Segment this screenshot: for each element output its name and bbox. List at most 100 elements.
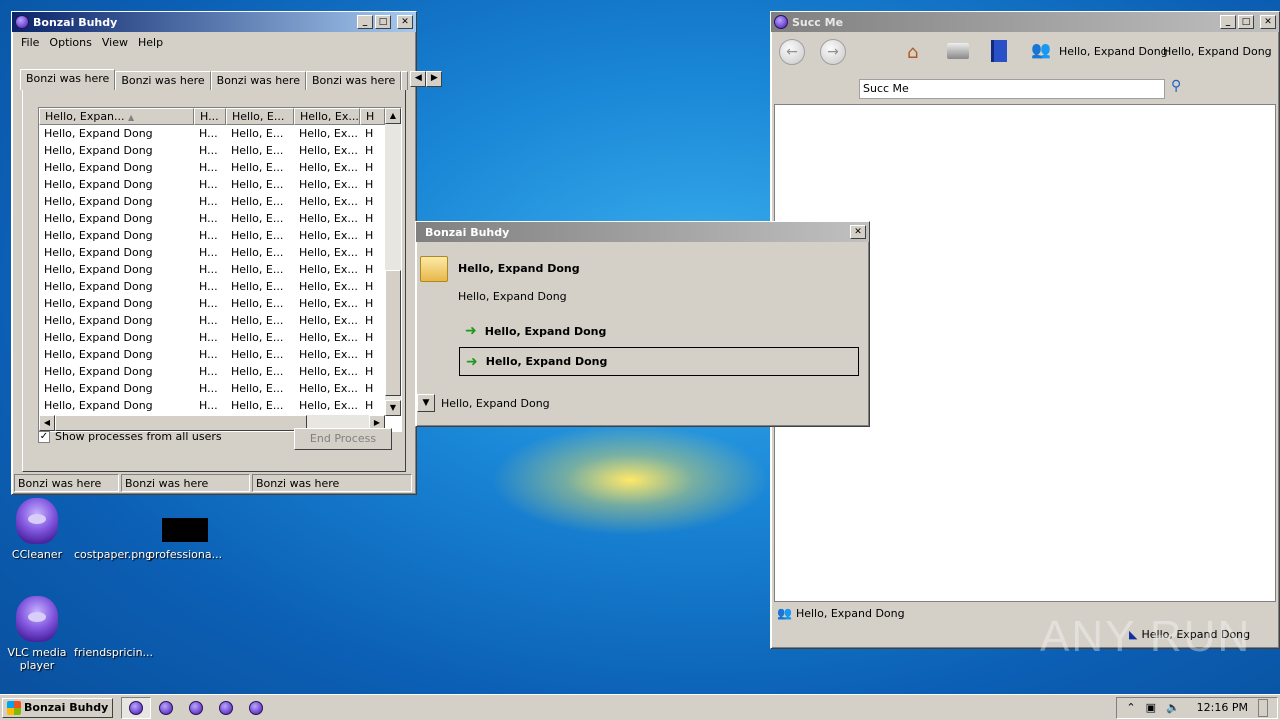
desktop-icon-friendspricing[interactable]: friendspricin... (74, 616, 153, 659)
chevron-down-icon[interactable]: ▼ (417, 394, 435, 412)
desktop-icon-ccleaner[interactable]: CCleaner (0, 498, 74, 561)
taskbar-app-2[interactable] (151, 697, 181, 719)
scroll-up-button[interactable]: ▲ (385, 108, 401, 124)
option-button-1[interactable]: ➜ Hello, Expand Dong (459, 318, 859, 344)
maximize-button[interactable]: □ (375, 15, 391, 29)
table-row[interactable]: Hello, Expand Dong H... Hello, E... Hello, … (39, 278, 401, 295)
table-row[interactable]: Hello, Expand Dong H... Hello, E... Hello, … (39, 363, 401, 380)
vertical-scrollbar[interactable]: ▲ ▼ (385, 108, 401, 416)
table-cell: Hello, Ex... (299, 297, 358, 310)
title-bar[interactable]: Bonzai Buhdy _ □ ✕ (12, 12, 416, 32)
desktop-icon-costpaper[interactable]: costpaper.png (74, 518, 152, 561)
tab-4[interactable]: Bonzi was here (305, 71, 402, 90)
search-icon[interactable]: ⚲ (1171, 78, 1181, 94)
quick-launch (121, 696, 271, 719)
menu-view[interactable]: View (97, 36, 133, 49)
clock[interactable]: 12:16 PM (1197, 701, 1248, 714)
show-all-users-checkbox[interactable]: ✓ Show processes from all users (38, 430, 222, 443)
window-title: Succ Me (792, 15, 844, 29)
minimize-button[interactable]: _ (357, 15, 373, 29)
table-row[interactable]: Hello, Expand Dong H... Hello, E... Hello, … (39, 295, 401, 312)
table-row[interactable]: Hello, Expand Dong H... Hello, E... Hello, … (39, 397, 401, 414)
taskbar-app-5[interactable] (241, 697, 271, 719)
column-header-4[interactable]: Hello, Ex... (294, 108, 360, 125)
address-input[interactable]: Succ Me (859, 79, 1165, 99)
column-header-2[interactable]: H... (194, 108, 226, 125)
checkbox-box[interactable]: ✓ (38, 430, 50, 443)
scroll-thumb[interactable] (385, 270, 401, 396)
redacted-icon (162, 518, 208, 542)
table-row[interactable]: Hello, Expand Dong H... Hello, E... Hello, … (39, 244, 401, 261)
table-row[interactable]: Hello, Expand Dong H... Hello, E... Hello, … (39, 329, 401, 346)
tab-1[interactable]: Bonzi was here (20, 69, 116, 90)
title-bar[interactable]: Bonzai Buhdy ✕ (416, 222, 869, 242)
bonzi-icon (15, 15, 29, 29)
scroll-left-button[interactable]: ◀ (39, 415, 55, 431)
scroll-down-button[interactable]: ▼ (385, 400, 401, 416)
column-header-row: Hello, Expan... ▲ H... Hello, E... Hello… (39, 108, 401, 125)
desktop-icon-professional[interactable]: professiona... (148, 518, 222, 561)
book-icon[interactable] (991, 40, 1007, 62)
tab-scroll-left-button[interactable]: ◀ (410, 71, 427, 87)
taskbar-app-3[interactable] (181, 697, 211, 719)
tab-scroll-right-button[interactable]: ▶ (426, 71, 443, 87)
column-header-5[interactable]: H (360, 108, 385, 125)
status-pane-1: Bonzi was here (14, 474, 119, 492)
end-process-button[interactable]: End Process (294, 428, 392, 450)
tab-5[interactable]: Bo (401, 71, 409, 90)
users-icon[interactable]: 👥 (1031, 40, 1051, 59)
table-row[interactable]: Hello, Expand Dong H... Hello, E... Hello, … (39, 312, 401, 329)
table-cell: H... (199, 331, 218, 344)
start-button[interactable]: Bonzai Buhdy (2, 697, 114, 718)
table-cell: Hello, E... (231, 229, 284, 242)
minimize-button[interactable]: _ (1220, 15, 1236, 29)
table-cell: H... (199, 314, 218, 327)
table-row[interactable]: Hello, Expand Dong H... Hello, E... Hello, … (39, 142, 401, 159)
close-button[interactable]: ✕ (397, 15, 413, 29)
table-row[interactable]: Hello, Expand Dong H... Hello, E... Hello, … (39, 159, 401, 176)
details-toggle[interactable]: ▼ Hello, Expand Dong (417, 394, 550, 412)
show-desktop-button[interactable] (1258, 698, 1268, 717)
table-row[interactable]: Hello, Expand Dong H... Hello, E... Hello, … (39, 227, 401, 244)
tab-3[interactable]: Bonzi was here (210, 71, 306, 90)
table-cell: Hello, E... (231, 280, 284, 293)
back-button[interactable]: ← (779, 39, 805, 65)
toolbar-text-1[interactable]: Hello, Expand Dong (1059, 45, 1168, 58)
taskbar-app-1[interactable] (121, 696, 152, 719)
table-cell: Hello, E... (231, 212, 284, 225)
table-row[interactable]: Hello, Expand Dong H... Hello, E... Hello, … (39, 193, 401, 210)
table-row[interactable]: Hello, Expand Dong H... Hello, E... Hello, … (39, 176, 401, 193)
desktop-icon-vlc[interactable]: VLC media player (0, 596, 74, 672)
menu-help[interactable]: Help (133, 36, 168, 49)
table-row[interactable]: Hello, Expand Dong H... Hello, E... Hello, … (39, 210, 401, 227)
close-button[interactable]: ✕ (850, 225, 866, 239)
hscroll-thumb[interactable] (55, 415, 307, 431)
forward-button[interactable]: → (820, 39, 846, 65)
network-icon[interactable]: ▣ (1146, 701, 1156, 714)
column-header-3[interactable]: Hello, E... (226, 108, 294, 125)
task-manager-window: Bonzai Buhdy _ □ ✕ File Options View Hel… (11, 11, 443, 495)
title-bar[interactable]: Succ Me _ □ ✕ (771, 12, 1279, 32)
column-header-1[interactable]: Hello, Expan... ▲ (39, 108, 194, 125)
toolbar-text-2[interactable]: Hello, Expand Dong (1163, 45, 1272, 58)
taskbar-app-4[interactable] (211, 697, 241, 719)
menu-file[interactable]: File (16, 36, 44, 49)
close-button[interactable]: ✕ (1260, 15, 1276, 29)
table-row[interactable]: Hello, Expand Dong H... Hello, E... Hello, … (39, 380, 401, 397)
volume-icon[interactable]: 🔈 (1166, 701, 1180, 714)
home-icon[interactable]: ⌂ (907, 42, 918, 63)
table-cell: H... (199, 195, 218, 208)
process-list[interactable]: Hello, Expan... ▲ H... Hello, E... Hello… (38, 107, 402, 432)
table-row[interactable]: Hello, Expand Dong H... Hello, E... Hello, … (39, 261, 401, 278)
chevron-up-icon[interactable]: ⌃ (1126, 701, 1135, 714)
table-cell: Hello, Ex... (299, 314, 358, 327)
print-icon[interactable] (947, 43, 969, 59)
tab-2[interactable]: Bonzi was here (115, 71, 211, 90)
maximize-button[interactable]: □ (1238, 15, 1254, 29)
table-row[interactable]: Hello, Expand Dong H... Hello, E... Hello, … (39, 125, 401, 142)
table-cell: H (365, 195, 374, 208)
table-row[interactable]: Hello, Expand Dong H... Hello, E... Hello, … (39, 346, 401, 363)
option-button-2[interactable]: ➜ Hello, Expand Dong (459, 347, 859, 376)
menu-options[interactable]: Options (44, 36, 96, 49)
table-cell: Hello, Expand Dong (44, 382, 153, 395)
